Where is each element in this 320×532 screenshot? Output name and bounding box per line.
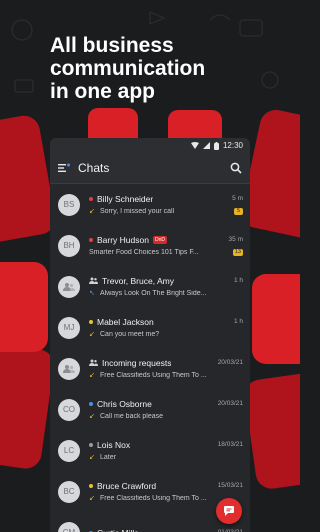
contact-name: Incoming requests	[102, 357, 172, 368]
new-chat-button[interactable]	[216, 498, 242, 524]
headline: All business communication in one app	[50, 34, 280, 103]
chat-content: Lois Nox 18/03/21 ↙ Later	[89, 439, 243, 463]
chat-content: Barry Hudson DnD 35 m Smarter Food Choices …	[89, 234, 243, 258]
avatar: BC	[58, 480, 80, 503]
group-icon	[63, 282, 75, 291]
group-icon	[63, 364, 75, 373]
chat-add-icon	[224, 506, 234, 516]
people-icon	[89, 359, 98, 366]
avatar-initials: LC	[63, 446, 75, 455]
presence-dot	[89, 483, 93, 488]
group-avatar	[58, 357, 80, 380]
message-preview: Smarter Food Choices 101 Tips F...	[89, 248, 199, 256]
status-time: 12:30	[222, 141, 243, 150]
contact-name: Trevor, Bruce, Amy	[102, 275, 174, 286]
chat-row[interactable]: BH Barry Hudson DnD 35 m Smarter Food Choice…	[50, 225, 250, 266]
timestamp: 35 m	[228, 236, 243, 243]
incoming-arrow-icon: ↙	[89, 454, 95, 461]
contact-name: Lois Nox	[97, 439, 131, 450]
chat-content: Trevor, Bruce, Amy 1 h ↖ Always Look On The…	[89, 275, 243, 299]
incoming-arrow-icon: ↙	[89, 372, 95, 379]
message-preview: Free Classifieds Using Them To ...	[100, 371, 207, 379]
presence-dot	[89, 442, 93, 447]
timestamp: 20/03/21	[217, 359, 243, 366]
avatar-initials: CM	[63, 528, 75, 532]
chat-list: BS Billy Schneider 5 m ↙ Sorry, I missed you…	[50, 184, 250, 532]
unread-count: 5	[234, 207, 243, 215]
avatar: LC	[58, 439, 80, 462]
page-title: Chats	[78, 161, 110, 175]
avatar-initials: BS	[63, 200, 75, 209]
message-preview: Sorry, I missed your call	[100, 207, 175, 215]
chat-row[interactable]: LC Lois Nox 18/03/21 ↙ Later	[50, 430, 250, 471]
message-preview: Call me back please	[100, 412, 164, 420]
contact-name: Mabel Jackson	[97, 316, 154, 327]
timestamp: 20/03/21	[217, 400, 243, 407]
chat-content: Chris Osborne 20/03/21 ↙ Call me back pleas…	[89, 398, 243, 422]
message-preview: Can you meet me?	[100, 330, 160, 338]
chat-content: Mabel Jackson 1 h ↙ Can you meet me?	[89, 316, 243, 340]
contact-name: Billy Schneider	[97, 193, 154, 204]
avatar: MJ	[58, 316, 80, 339]
chat-row[interactable]: MJ Mabel Jackson 1 h ↙ Can you meet me?	[50, 307, 250, 348]
avatar-initials: BC	[63, 487, 75, 496]
avatar: BH	[58, 234, 80, 257]
avatar: CM	[58, 521, 80, 532]
headline-line-3: in one app	[50, 80, 155, 103]
phone-screen: 12:30 Chats BS Billy Schneider 5 m ↙ Sorry, …	[50, 138, 250, 532]
people-icon	[89, 277, 98, 284]
search-icon[interactable]	[230, 162, 242, 174]
outgoing-arrow-icon: ↖	[89, 290, 95, 297]
status-bar: 12:30	[50, 138, 250, 153]
presence-dot	[89, 237, 93, 242]
message-preview: Always Look On The Bright Side...	[100, 289, 207, 297]
avatar-initials: CO	[63, 405, 75, 414]
app-bar: Chats	[50, 153, 250, 184]
chat-row[interactable]: BS Billy Schneider 5 m ↙ Sorry, I missed you…	[50, 184, 250, 225]
avatar-initials: BH	[63, 241, 75, 250]
incoming-arrow-icon: ↙	[89, 331, 95, 338]
status-badge: DnD	[152, 235, 167, 244]
timestamp: 1 h	[233, 277, 243, 284]
chat-content: Incoming requests 20/03/21 ↙ Free Classifie…	[89, 357, 243, 381]
timestamp: 5 m	[232, 195, 243, 202]
incoming-arrow-icon: ↙	[89, 413, 95, 420]
contact-name: Bruce Crawford	[97, 480, 157, 491]
contact-name: Curtis Mills	[97, 528, 139, 532]
avatar: BS	[58, 193, 80, 216]
timestamp: 18/03/21	[217, 441, 243, 448]
avatar: CO	[58, 398, 80, 421]
headline-line-2: communication	[50, 57, 206, 80]
contact-name: Chris Osborne	[97, 398, 152, 409]
chat-row[interactable]: CO Chris Osborne 20/03/21 ↙ Call me back ple…	[50, 389, 250, 430]
chat-row[interactable]: Trevor, Bruce, Amy 1 h ↖ Always Look On The…	[50, 266, 250, 307]
incoming-arrow-icon: ↙	[89, 495, 95, 502]
menu-icon[interactable]	[58, 163, 70, 173]
timestamp: 1 h	[233, 318, 243, 325]
headline-line-1: All business	[50, 34, 174, 57]
avatar-initials: MJ	[63, 323, 75, 332]
chat-row[interactable]: Incoming requests 20/03/21 ↙ Free Classifie…	[50, 348, 250, 389]
unread-count: 13	[232, 248, 243, 256]
incoming-arrow-icon: ↙	[89, 208, 95, 215]
timestamp: 15/03/21	[217, 482, 243, 489]
battery-icon	[213, 141, 219, 150]
signal-icon	[202, 142, 210, 149]
chat-content: Billy Schneider 5 m ↙ Sorry, I missed your …	[89, 193, 243, 217]
presence-dot	[89, 196, 93, 201]
presence-dot	[89, 401, 93, 406]
contact-name: Barry Hudson	[97, 234, 149, 245]
wifi-icon	[190, 142, 199, 149]
message-preview: Later	[100, 453, 116, 461]
presence-dot	[89, 319, 93, 324]
group-avatar	[58, 275, 80, 298]
chat-content: Curtis Mills01/03/21	[89, 527, 243, 532]
